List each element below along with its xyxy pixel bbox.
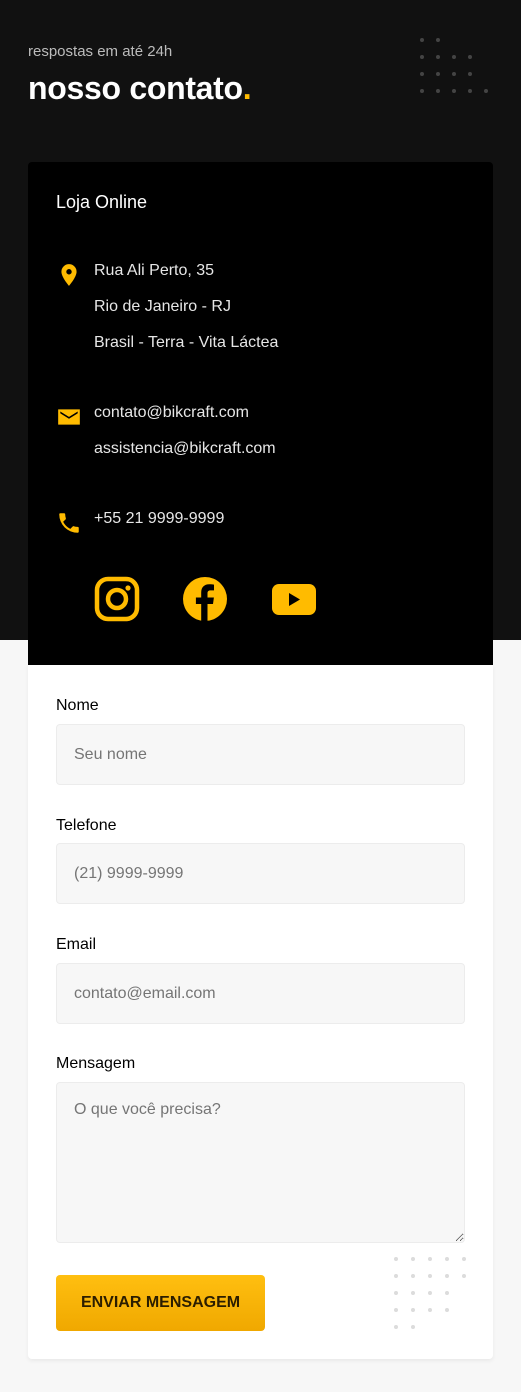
address-line: Rio de Janeiro - RJ: [94, 298, 231, 315]
mail-icon: [56, 404, 82, 430]
store-title: Loja Online: [56, 192, 148, 212]
email-label: Email: [56, 936, 97, 953]
hero-subtitle: respostas em até 24h: [28, 43, 173, 60]
name-label: Nome: [56, 697, 99, 714]
send-message-button[interactable]: ENVIAR MENSAGEM: [56, 1275, 265, 1331]
youtube-icon[interactable]: [270, 576, 316, 622]
location-pin-icon: [56, 262, 82, 288]
instagram-icon[interactable]: [94, 576, 140, 622]
page-title: nosso contato.: [28, 70, 252, 107]
email-link[interactable]: assistencia@bikcraft.com: [94, 440, 276, 458]
contact-info-card: Loja Online Rua Ali Perto, 35 Rio de Jan…: [28, 162, 493, 665]
page-title-dot: .: [242, 70, 252, 106]
address-line: Brasil - Terra - Vita Láctea: [94, 334, 279, 351]
phone-icon: [56, 510, 82, 536]
page-title-text: nosso contato: [28, 70, 243, 106]
phone-label: Telefone: [56, 817, 117, 834]
message-label: Mensagem: [56, 1055, 136, 1072]
phone-number[interactable]: +55 21 9999-9999: [94, 510, 224, 528]
name-input[interactable]: [56, 724, 465, 785]
contact-form: Nome Telefone Email Mensagem ENVIAR MENS…: [28, 665, 493, 1359]
email-link[interactable]: contato@bikcraft.com: [94, 404, 249, 422]
phone-input[interactable]: [56, 843, 465, 904]
facebook-icon[interactable]: [182, 576, 228, 622]
address-line: Rua Ali Perto, 35: [94, 262, 215, 279]
email-input[interactable]: [56, 963, 465, 1024]
message-textarea[interactable]: [56, 1082, 465, 1243]
